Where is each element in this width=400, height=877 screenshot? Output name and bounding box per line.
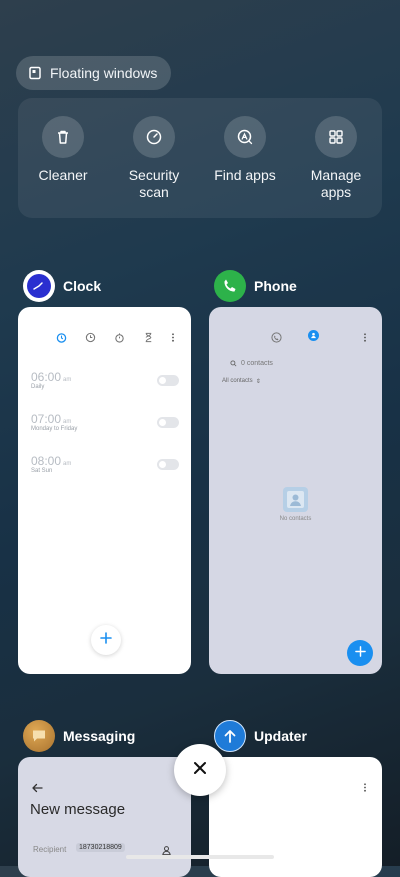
find-apps-label: Find apps bbox=[214, 167, 276, 183]
floating-windows-button[interactable]: Floating windows bbox=[16, 56, 172, 90]
trash-icon bbox=[42, 116, 84, 158]
gauge-icon bbox=[133, 116, 175, 158]
floating-window-icon bbox=[28, 66, 42, 80]
alarm-row[interactable]: 06:00 am Daily bbox=[31, 370, 191, 390]
clock-app-header[interactable]: Clock bbox=[23, 270, 101, 302]
stopwatch-icon[interactable] bbox=[114, 330, 125, 348]
empty-contacts-text: No contacts bbox=[279, 516, 312, 522]
alarm-row[interactable]: 07:00 am Monday to Friday bbox=[31, 412, 191, 432]
security-scan-button[interactable]: Security scan bbox=[109, 116, 199, 201]
floating-windows-label: Floating windows bbox=[50, 65, 158, 81]
plus-icon bbox=[354, 644, 366, 662]
phone-app-icon bbox=[214, 270, 246, 302]
world-clock-icon[interactable] bbox=[85, 330, 96, 348]
empty-contacts-icon bbox=[283, 487, 308, 512]
timer-icon[interactable] bbox=[143, 330, 154, 348]
alarm-row[interactable]: 08:00 am Sat Sun bbox=[31, 454, 191, 474]
updater-app-icon bbox=[214, 720, 246, 752]
clock-app-name: Clock bbox=[63, 278, 102, 294]
more-options-icon[interactable] bbox=[170, 330, 176, 348]
back-arrow-icon[interactable] bbox=[31, 780, 43, 798]
updater-app-name: Updater bbox=[254, 728, 307, 744]
phone-app-card[interactable]: 0 contacts All contacts ⇕ No contacts bbox=[209, 307, 382, 674]
phone-app-header[interactable]: Phone bbox=[214, 270, 297, 302]
manage-apps-label: Manage apps bbox=[310, 167, 362, 200]
clock-app-card[interactable]: 06:00 am Daily 07:00 am Monday to Friday 0… bbox=[18, 307, 191, 674]
cleaner-button[interactable]: Cleaner bbox=[18, 116, 108, 184]
add-alarm-button[interactable] bbox=[91, 625, 121, 655]
more-options-icon[interactable] bbox=[362, 330, 368, 348]
updater-app-header[interactable]: Updater bbox=[214, 720, 307, 752]
messaging-app-name: Messaging bbox=[63, 728, 136, 744]
messaging-app-icon bbox=[23, 720, 55, 752]
recipient-label: Recipient bbox=[33, 845, 67, 854]
search-placeholder: 0 contacts bbox=[241, 359, 273, 367]
manage-apps-button[interactable]: Manage apps bbox=[291, 116, 381, 201]
recipient-chip[interactable]: 18730218809 bbox=[76, 843, 125, 852]
phone-app-name: Phone bbox=[254, 278, 297, 294]
add-contact-button[interactable] bbox=[347, 640, 373, 666]
alarm-toggle[interactable] bbox=[157, 417, 179, 428]
cleaner-label: Cleaner bbox=[38, 167, 88, 183]
security-scan-label: Security scan bbox=[128, 167, 180, 200]
clear-all-button[interactable] bbox=[174, 744, 226, 796]
more-options-icon[interactable] bbox=[362, 780, 368, 798]
search-icon bbox=[230, 354, 237, 372]
updater-app-card[interactable] bbox=[209, 757, 382, 877]
new-message-title: New message bbox=[30, 801, 126, 818]
grid-icon bbox=[315, 116, 357, 158]
app-search-icon bbox=[224, 116, 266, 158]
quick-actions-panel: Cleaner Security scan Find apps Manage app… bbox=[18, 98, 382, 218]
contacts-tab-icon[interactable] bbox=[308, 330, 319, 341]
alarm-icon[interactable] bbox=[56, 330, 67, 348]
close-icon bbox=[192, 760, 208, 781]
contacts-search[interactable]: 0 contacts bbox=[230, 354, 273, 372]
messaging-app-header[interactable]: Messaging bbox=[23, 720, 135, 752]
messaging-app-card[interactable]: New message Recipient 18730218809 bbox=[18, 757, 191, 877]
alarm-toggle[interactable] bbox=[157, 375, 179, 386]
call-log-icon[interactable] bbox=[271, 330, 282, 348]
contacts-filter[interactable]: All contacts ⇕ bbox=[222, 378, 261, 385]
clock-toolbar bbox=[56, 330, 178, 343]
chevron-down-icon: ⇕ bbox=[255, 379, 261, 385]
clock-app-icon bbox=[23, 270, 55, 302]
home-indicator[interactable] bbox=[126, 855, 274, 859]
plus-icon bbox=[100, 631, 112, 649]
find-apps-button[interactable]: Find apps bbox=[200, 116, 290, 184]
alarm-toggle[interactable] bbox=[157, 459, 179, 470]
